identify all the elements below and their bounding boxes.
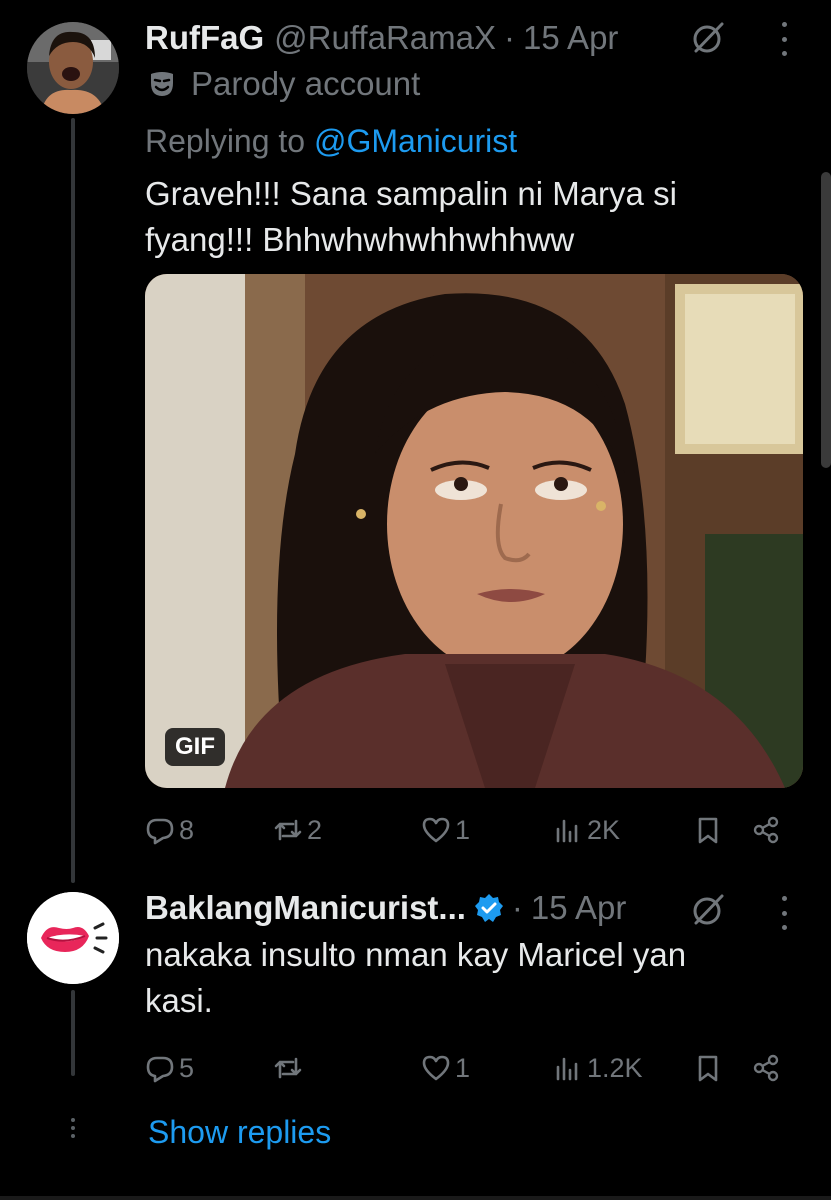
share-button[interactable] [751,1048,781,1088]
like-button[interactable]: 1 [421,810,470,850]
repost-count: 2 [307,814,323,845]
avatar[interactable] [27,892,119,984]
share-button[interactable] [751,810,781,850]
views-icon [553,1053,583,1083]
bookmark-icon [693,1053,723,1083]
like-count: 1 [455,1052,471,1083]
timestamp[interactable]: 15 Apr [523,19,618,57]
like-button[interactable]: 1 [421,1048,470,1088]
tweet-media-gif[interactable]: GIF [145,274,803,788]
repost-button[interactable] [273,1048,307,1088]
reply-icon [145,1053,175,1083]
thread-more-dots[interactable] [68,1118,78,1138]
views-count: 1.2K [587,1052,643,1083]
user-handle[interactable]: @RuffaRamaX [274,19,496,57]
more-icon[interactable] [779,896,789,930]
mask-icon [147,69,177,99]
repost-icon [273,815,303,845]
gif-badge: GIF [165,728,225,766]
views-button[interactable]: 1.2K [553,1048,643,1088]
mention-link[interactable]: @GManicurist [314,123,517,159]
replying-prefix: Replying to [145,123,314,159]
tweet[interactable]: RufFaG @RuffaRamaX · 15 Apr Parody accou… [145,14,831,845]
tweet-header: RufFaG @RuffaRamaX · 15 Apr [145,14,831,62]
like-icon [421,815,451,845]
show-replies-link[interactable]: Show replies [148,1114,331,1151]
repost-icon [273,1053,303,1083]
reply-count: 8 [179,814,195,845]
replying-to: Replying to @GManicurist [145,119,831,163]
tweet-actions: 8 2 1 2K [145,810,805,850]
share-icon [751,815,781,845]
reply-button[interactable]: 8 [145,810,194,850]
bookmark-button[interactable] [693,810,723,850]
share-icon [751,1053,781,1083]
reply-count: 5 [179,1052,195,1083]
thread-connector-line [71,118,75,883]
separator-dot: · [511,889,523,926]
reply-button[interactable]: 5 [145,1048,194,1088]
parody-label-text: Parody account [191,65,421,102]
tweet-header: BaklangManicurist... · 15 Apr [145,884,831,932]
more-icon[interactable] [779,22,789,56]
timestamp[interactable]: 15 Apr [531,889,626,927]
grok-icon[interactable] [690,892,726,928]
views-icon [553,815,583,845]
scrollbar[interactable] [821,172,831,468]
like-count: 1 [455,814,471,845]
tweet-text: Graveh!!! Sana sampalin ni Marya si fyan… [145,175,677,258]
verified-badge-icon [474,893,504,923]
display-name[interactable]: BaklangManicurist... [145,889,466,927]
views-count: 2K [587,814,621,845]
divider [0,1196,831,1200]
display-name[interactable]: RufFaG [145,19,264,57]
repost-button[interactable]: 2 [273,810,322,850]
views-button[interactable]: 2K [553,810,620,850]
bookmark-icon [693,815,723,845]
tweet-actions: 5 1 1.2K [145,1048,805,1088]
thread-connector-line [71,990,75,1076]
parody-label: Parody account [145,62,831,106]
separator-dot: · [504,19,515,56]
tweet[interactable]: BaklangManicurist... · 15 Apr nakaka ins… [145,884,831,1083]
bookmark-button[interactable] [693,1048,723,1088]
like-icon [421,1053,451,1083]
tweet-text: nakaka insulto nman kay Maricel yan kasi… [145,936,687,1019]
reply-icon [145,815,175,845]
avatar[interactable] [27,22,119,114]
grok-icon[interactable] [690,20,726,56]
